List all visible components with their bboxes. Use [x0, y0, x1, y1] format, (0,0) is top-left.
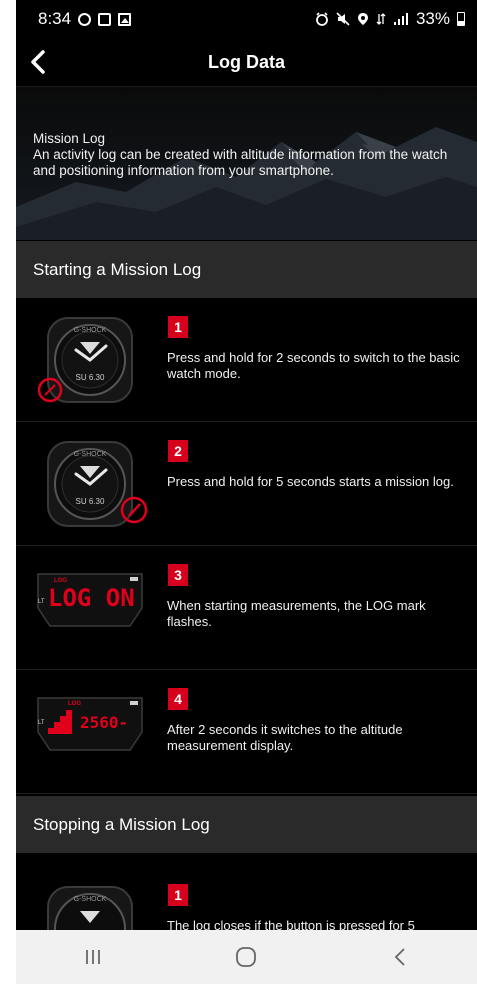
- start-step-1: G-SHOCK SU 6.30 1 Press and hold for 2 s…: [16, 298, 477, 422]
- watch-date: SU 6.30: [76, 373, 105, 382]
- alarm-icon: [316, 12, 328, 26]
- watch-brand: G-SHOCK: [74, 451, 107, 458]
- step-number-badge: 1: [168, 884, 188, 906]
- watch-date: SU 6.30: [76, 497, 105, 506]
- hero-description: An activity log can be created with alti…: [33, 147, 448, 178]
- recent-apps-icon: [85, 950, 100, 964]
- back-icon: [394, 948, 405, 966]
- lcd-log-on-illustration: LOG LT LOG ON: [37, 573, 143, 627]
- status-bar: 8:34 33%: [16, 0, 477, 38]
- section-title: Starting a Mission Log: [33, 259, 202, 279]
- battery-icon: [457, 12, 465, 26]
- status-left: 8:34: [38, 9, 132, 29]
- watch-brand: G-SHOCK: [74, 327, 107, 334]
- watch-illustration: G-SHOCK SU 6.30: [37, 317, 133, 403]
- chevron-left-icon: [31, 50, 45, 74]
- lcd-altitude-text: 2560-: [80, 713, 128, 732]
- square-notification-icon: [98, 12, 112, 26]
- signal-icon: [393, 13, 408, 25]
- home-button[interactable]: [216, 937, 276, 977]
- location-icon: [357, 13, 368, 25]
- mission-log-hero: Mission Log An activity log can be creat…: [16, 87, 477, 240]
- step-number-badge: 3: [168, 564, 188, 586]
- home-icon: [236, 947, 257, 967]
- mute-icon: [336, 12, 350, 26]
- watch-brand: G-SHOCK: [74, 896, 107, 903]
- step-text: When starting measurements, the LOG mark…: [167, 598, 426, 629]
- start-step-4: LOG LT 2560- 4 After 2 seconds it switch…: [16, 670, 477, 794]
- status-right: 33%: [315, 9, 465, 29]
- system-nav-bar: [16, 930, 477, 984]
- page-title: Log Data: [207, 51, 285, 72]
- lcd-log-label: LOG: [68, 701, 81, 707]
- hero-text: Mission Log An activity log can be creat…: [33, 131, 469, 179]
- hero-title: Mission Log: [33, 131, 106, 146]
- watch-illustration: G-SHOCK SU 6.30: [47, 441, 148, 527]
- step-number-badge: 1: [168, 316, 188, 338]
- section-header-stop: Stopping a Mission Log: [16, 796, 477, 853]
- section-header-start: Starting a Mission Log: [16, 241, 477, 298]
- image-icon: [118, 12, 132, 26]
- data-icon: [376, 13, 386, 25]
- sync-icon: [78, 12, 92, 26]
- status-time: 8:34: [38, 9, 72, 28]
- start-step-3: LOG LT LOG ON 3 When starting measuremen…: [16, 546, 477, 670]
- step-number-badge: 2: [168, 440, 188, 462]
- system-back-button[interactable]: [370, 937, 430, 977]
- back-button[interactable]: [20, 44, 56, 80]
- lcd-lt-label: LT: [38, 720, 45, 726]
- lcd-altitude-illustration: LOG LT 2560-: [37, 697, 143, 751]
- battery-percent: 33%: [415, 9, 450, 28]
- app-screen: 8:34 33% Log Data Mission Log An activit…: [16, 0, 477, 984]
- step-text: Press and hold for 2 seconds to switch t…: [167, 350, 460, 381]
- recent-apps-button[interactable]: [63, 937, 123, 977]
- lcd-lt-label: LT: [38, 599, 45, 605]
- step-text: Press and hold for 5 seconds starts a mi…: [167, 474, 454, 489]
- app-header: Log Data: [16, 38, 477, 87]
- section-title: Stopping a Mission Log: [33, 814, 210, 834]
- step-text: After 2 seconds it switches to the altit…: [167, 722, 403, 753]
- start-step-2: G-SHOCK SU 6.30 2 Press and hold for 5 s…: [16, 422, 477, 546]
- lcd-log-on-text: LOG ON: [48, 584, 135, 612]
- step-number-badge: 4: [168, 688, 188, 710]
